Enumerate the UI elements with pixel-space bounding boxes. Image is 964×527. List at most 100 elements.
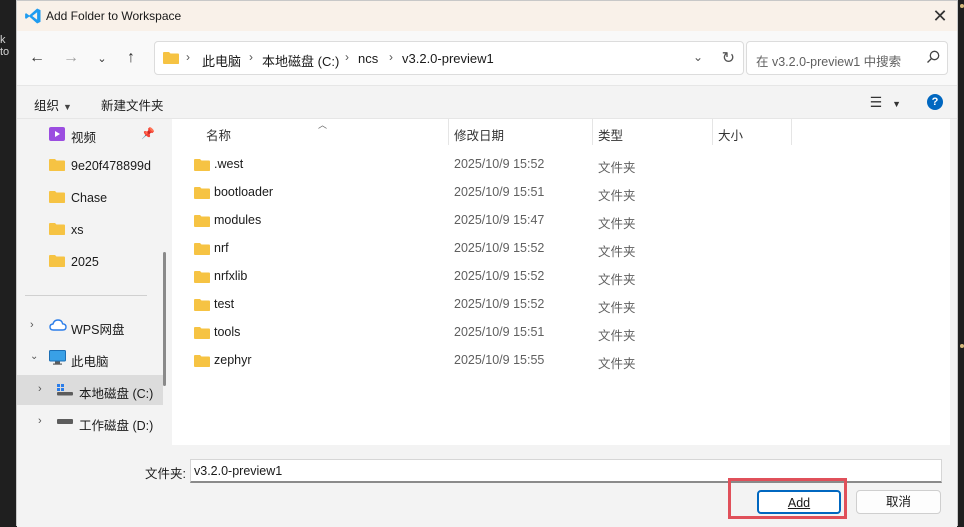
sidebar-item-label: 本地磁盘 (C:) <box>79 387 154 401</box>
file-row[interactable]: tools 2025/10/9 15:51 文件夹 <box>172 318 950 346</box>
file-name: bootloader <box>214 185 274 199</box>
column-header-modified[interactable]: 修改日期 <box>449 119 592 145</box>
sidebar-item-label: 9e20f478899d <box>71 159 151 173</box>
navigation-pane: 视频 📌 9e20f478899d Chase xs 2025 › WPS网盘 <box>17 119 171 445</box>
address-history-button[interactable]: ⌄ <box>693 50 703 64</box>
command-bar: 组织 ▼ 新建文件夹 ☰ ▼ ? <box>17 85 957 119</box>
navigation-bar: ← → ⌄ ↑ › 此电脑 › 本地磁盘 (C:) › ncs › v3.2.0… <box>17 31 957 85</box>
file-modified: 2025/10/9 15:52 <box>454 297 545 311</box>
file-type: 文件夹 <box>598 189 636 203</box>
view-options-button[interactable]: ☰ ▼ <box>870 94 901 111</box>
search-box[interactable]: 在 v3.2.0-preview1 中搜索 <box>746 41 948 75</box>
file-type: 文件夹 <box>598 329 636 343</box>
breadcrumb-item[interactable]: v3.2.0-preview1 <box>402 51 494 66</box>
file-row[interactable]: nrf 2025/10/9 15:52 文件夹 <box>172 234 950 262</box>
new-folder-button[interactable]: 新建文件夹 <box>101 95 164 114</box>
cloud-icon <box>49 319 67 331</box>
breadcrumb-item[interactable]: ncs <box>358 51 378 66</box>
chevron-right-icon[interactable]: › <box>30 319 34 331</box>
column-header-size[interactable]: 大小 <box>713 119 791 145</box>
caret-down-icon: ▼ <box>892 99 901 109</box>
file-row[interactable]: .west 2025/10/9 15:52 文件夹 <box>172 150 950 178</box>
file-name: tools <box>214 325 241 339</box>
file-name: .west <box>214 157 244 171</box>
chevron-right-icon[interactable]: › <box>38 383 42 395</box>
file-type: 文件夹 <box>598 357 636 371</box>
breadcrumb-item[interactable]: 此电脑 <box>202 51 241 70</box>
chevron-right-icon: › <box>345 50 349 64</box>
arrow-up-icon: ↑ <box>127 49 135 66</box>
column-header-name[interactable]: ︿ 名称 <box>172 119 448 145</box>
add-folder-dialog: Add Folder to Workspace ✕ ← → ⌄ ↑ › 此电脑 … <box>16 0 958 527</box>
file-name: nrf <box>214 241 229 255</box>
sidebar-item-label: 工作磁盘 (D:) <box>79 419 154 433</box>
arrow-left-icon: ← <box>29 49 45 66</box>
arrow-right-icon: → <box>63 49 79 66</box>
file-list: ︿ 名称 修改日期 类型 大小 .west 2025/10/9 15:52 文件… <box>172 119 950 445</box>
organize-menu[interactable]: 组织 ▼ <box>34 95 72 114</box>
folder-icon <box>194 159 210 171</box>
file-name: nrfxlib <box>214 269 248 283</box>
chevron-right-icon[interactable]: › <box>38 415 42 427</box>
file-row[interactable]: zephyr 2025/10/9 15:55 文件夹 <box>172 346 950 374</box>
column-header-label: 名称 <box>206 129 232 143</box>
cancel-button[interactable]: 取消 <box>856 490 941 514</box>
address-bar[interactable]: › 此电脑 › 本地磁盘 (C:) › ncs › v3.2.0-preview… <box>154 41 744 75</box>
file-modified: 2025/10/9 15:52 <box>454 157 545 171</box>
sidebar-item-folder[interactable]: 2025 <box>17 247 163 277</box>
chevron-down-icon[interactable]: ⌄ <box>30 351 38 362</box>
background-window-left: k to <box>0 0 16 526</box>
file-row[interactable]: bootloader 2025/10/9 15:51 文件夹 <box>172 178 950 206</box>
sidebar-item-this-pc[interactable]: ⌄ 此电脑 <box>17 343 163 373</box>
vscode-icon <box>25 8 41 24</box>
file-type: 文件夹 <box>598 161 636 175</box>
column-header-type[interactable]: 类型 <box>593 119 712 145</box>
up-button[interactable]: ↑ <box>120 47 142 69</box>
sidebar-item-videos[interactable]: 视频 📌 <box>17 119 163 149</box>
chevron-down-icon: ⌄ <box>692 50 703 64</box>
help-button[interactable]: ? <box>927 94 943 110</box>
file-modified: 2025/10/9 15:47 <box>454 213 545 227</box>
sidebar-scrollbar[interactable] <box>163 252 166 386</box>
sidebar-item-drive-c[interactable]: › 本地磁盘 (C:) <box>17 375 163 405</box>
folder-icon <box>194 215 210 227</box>
column-divider[interactable] <box>791 119 792 145</box>
add-button[interactable]: Add <box>757 490 841 514</box>
sort-ascending-icon: ︿ <box>318 120 328 130</box>
background-edge-text: k to <box>0 34 10 58</box>
file-type: 文件夹 <box>598 273 636 287</box>
pin-icon: 📌 <box>141 128 155 140</box>
breadcrumb-item[interactable]: 本地磁盘 (C:) <box>262 51 339 70</box>
column-header-label: 大小 <box>718 129 744 143</box>
sidebar-item-folder[interactable]: xs <box>17 215 163 245</box>
file-type: 文件夹 <box>598 301 636 315</box>
file-row[interactable]: modules 2025/10/9 15:47 文件夹 <box>172 206 950 234</box>
folder-icon <box>194 327 210 339</box>
sidebar-item-drive-d[interactable]: › 工作磁盘 (D:) <box>17 407 163 437</box>
close-icon: ✕ <box>932 5 948 26</box>
folder-icon <box>194 243 210 255</box>
refresh-button[interactable]: ↻ <box>722 48 735 68</box>
folder-icon <box>49 255 65 267</box>
sidebar-item-label: WPS网盘 <box>71 323 125 337</box>
sidebar-item-wps-cloud[interactable]: › WPS网盘 <box>17 311 163 341</box>
sidebar-item-folder[interactable]: 9e20f478899d <box>17 151 163 181</box>
file-modified: 2025/10/9 15:52 <box>454 269 545 283</box>
drive-icon <box>57 419 73 424</box>
sidebar-item-label: 此电脑 <box>71 355 109 369</box>
file-row[interactable]: nrfxlib 2025/10/9 15:52 文件夹 <box>172 262 950 290</box>
refresh-icon: ↻ <box>721 50 735 67</box>
sidebar-item-folder[interactable]: Chase <box>17 183 163 213</box>
close-button[interactable]: ✕ <box>929 5 951 27</box>
file-type: 文件夹 <box>598 217 636 231</box>
file-row[interactable]: test 2025/10/9 15:52 文件夹 <box>172 290 950 318</box>
sidebar-item-label: Chase <box>71 191 108 205</box>
folder-icon <box>49 191 65 203</box>
recent-locations-button[interactable]: ⌄ <box>91 47 113 69</box>
list-view-icon: ☰ <box>869 94 883 110</box>
file-modified: 2025/10/9 15:52 <box>454 241 545 255</box>
forward-button[interactable]: → <box>60 47 82 69</box>
sidebar-item-label: 2025 <box>71 255 99 269</box>
back-button[interactable]: ← <box>26 47 48 69</box>
file-name: modules <box>214 213 262 227</box>
